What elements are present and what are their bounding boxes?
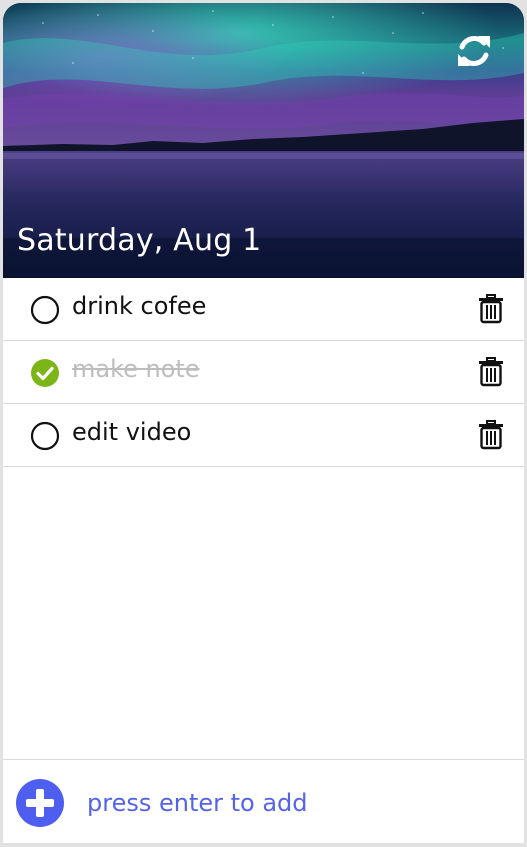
delete-button[interactable] [478, 420, 504, 450]
task-item: make note [3, 341, 524, 404]
todo-card: Saturday, Aug 1 drink cofee make note ed… [3, 3, 524, 843]
new-task-input[interactable] [85, 782, 489, 824]
check-circle-icon [31, 359, 59, 387]
refresh-button[interactable] [454, 31, 494, 71]
task-label: make note [72, 355, 200, 383]
task-label: drink cofee [72, 292, 207, 320]
add-task-button[interactable] [16, 779, 64, 827]
date-heading: Saturday, Aug 1 [17, 223, 262, 258]
trash-icon [479, 357, 503, 387]
add-task-bar [3, 759, 524, 843]
task-label: edit video [72, 418, 192, 446]
empty-circle-icon [30, 421, 60, 451]
task-checkbox[interactable] [30, 295, 60, 325]
task-checkbox[interactable] [30, 358, 60, 388]
task-item: edit video [3, 404, 524, 467]
trash-icon [479, 420, 503, 450]
header-banner: Saturday, Aug 1 [3, 3, 524, 278]
task-item: drink cofee [3, 278, 524, 341]
task-checkbox[interactable] [30, 421, 60, 451]
plus-circle-icon [26, 789, 54, 817]
refresh-icon [458, 36, 490, 66]
task-list: drink cofee make note edit video [3, 278, 524, 467]
empty-circle-icon [30, 295, 60, 325]
trash-icon [479, 294, 503, 324]
delete-button[interactable] [478, 357, 504, 387]
delete-button[interactable] [478, 294, 504, 324]
